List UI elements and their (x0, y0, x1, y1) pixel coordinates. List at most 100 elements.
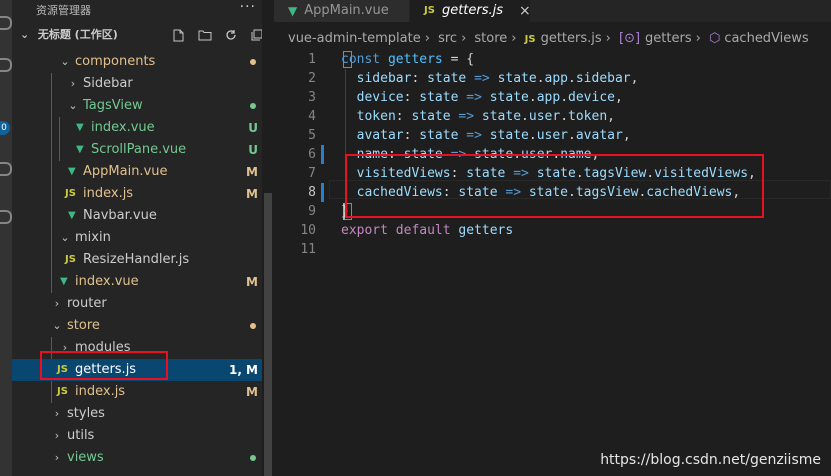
line-number: 3 (308, 90, 316, 105)
tree-item-resizehandler[interactable]: JS ResizeHandler.js (12, 249, 274, 271)
file-tree: ⌄ components › Sidebar ⌄ TagsView ▼ inde… (12, 51, 274, 469)
breadcrumb: vue-admin-template › src › store › JS getter… (274, 28, 809, 50)
tree-item-navbar[interactable]: ▼ Navbar.vue (12, 205, 274, 227)
git-modified-marker (321, 145, 324, 164)
code-token: . (528, 128, 537, 143)
tab-label: getters.js (441, 3, 504, 18)
source-control-badge[interactable]: 0 (0, 121, 10, 135)
code-token: getters (387, 52, 443, 67)
chevron-right-icon: › (70, 77, 76, 90)
code-token: device (568, 90, 615, 105)
highlight-box-getters-file (40, 351, 168, 380)
chevron-right-icon: › (54, 407, 60, 420)
vue-icon: ▼ (68, 166, 76, 177)
code-line: avatar: state => state.user.avatar, (341, 126, 631, 145)
tree-item-tagsview[interactable]: ⌄ TagsView (12, 95, 274, 117)
line-number: 11 (300, 242, 316, 257)
chevron-right-icon: › (605, 31, 611, 46)
refresh-icon[interactable] (224, 22, 238, 48)
extensions-icon[interactable] (0, 210, 12, 224)
code-token: app (536, 90, 561, 105)
tree-item-label: styles (67, 406, 105, 421)
modified-dot (250, 323, 256, 329)
code-token: . (521, 109, 529, 124)
tree-item-utils[interactable]: › utils (12, 425, 274, 447)
code-token: : (403, 128, 420, 143)
breadcrumb-item[interactable]: cachedViews (724, 31, 808, 46)
new-file-icon[interactable] (172, 22, 186, 48)
code-token: => (466, 71, 498, 86)
tree-item-router[interactable]: › router (12, 293, 274, 315)
tree-item-label: Navbar.vue (83, 208, 157, 223)
tree-item-store[interactable]: ⌄ store (12, 315, 274, 337)
tab-getters[interactable]: JS getters.js × (410, 0, 531, 22)
code-token: , (607, 109, 615, 124)
chevron-down-icon: ⌄ (20, 28, 30, 41)
code-token: user (528, 109, 561, 124)
workspace-header[interactable]: ⌄ 无标题 (工作区) (12, 22, 274, 48)
tree-item-components-index[interactable]: JS index.js M (12, 183, 274, 205)
code-token: => (458, 128, 490, 143)
js-icon: JS (65, 188, 76, 199)
line-number: 10 (300, 223, 316, 238)
code-token: state (419, 90, 459, 105)
tree-item-label: ScrollPane.vue (91, 142, 187, 157)
tree-item-scrollpane[interactable]: ▼ ScrollPane.vue U (12, 139, 274, 161)
tree-item-layout-index[interactable]: ▼ index.vue M (12, 271, 274, 293)
close-icon[interactable]: × (519, 0, 531, 22)
tree-item-views[interactable]: › views (12, 447, 274, 469)
code-token: state (497, 71, 537, 86)
tree-item-appmain[interactable]: ▼ AppMain.vue M (12, 161, 274, 183)
tree-item-label: index.js (75, 384, 126, 399)
more-actions-icon[interactable]: ··· (240, 0, 256, 18)
js-icon: JS (524, 34, 536, 45)
code-token: , (622, 128, 631, 143)
breadcrumb-item[interactable]: getters (645, 31, 692, 46)
code-token: avatar (575, 128, 623, 143)
code-token: token (356, 109, 396, 124)
code-token: state (489, 90, 529, 105)
code-token: state (489, 128, 529, 143)
breadcrumb-item[interactable]: getters.js (541, 31, 602, 46)
tree-item-label: index.vue (91, 120, 155, 135)
code-editor[interactable]: 1 2 3 4 5 6 7 8 9 10 11 const getters = { sidebar:… (274, 50, 831, 476)
code-token: const (341, 52, 388, 67)
tree-item-components[interactable]: ⌄ components (12, 51, 274, 73)
variable-icon: [⊙] (619, 31, 641, 46)
code-token: : (395, 109, 412, 124)
tree-item-label: components (75, 54, 156, 69)
tree-item-sidebar[interactable]: › Sidebar (12, 73, 274, 95)
tree-item-label: index.vue (75, 274, 139, 289)
tab-appmain[interactable]: ▼ AppMain.vue (274, 0, 409, 22)
tab-label: AppMain.vue (304, 3, 389, 18)
chevron-right-icon: › (511, 31, 517, 46)
tree-item-mixin[interactable]: ⌄ mixin (12, 227, 274, 249)
new-folder-icon[interactable] (198, 22, 212, 48)
explorer-title: 资源管理器 (36, 4, 91, 17)
breadcrumb-item[interactable]: store (474, 31, 507, 46)
sidebar-scrollbar-thumb[interactable] (264, 193, 272, 476)
code-token: . (536, 71, 545, 86)
breadcrumb-item[interactable]: vue-admin-template (288, 31, 421, 46)
line-number: 5 (308, 128, 316, 143)
line-number: 4 (308, 109, 316, 124)
chevron-down-icon: ⌄ (52, 319, 62, 332)
line-number: 7 (308, 166, 316, 181)
chevron-right-icon: › (424, 31, 430, 46)
code-token: export (341, 223, 388, 238)
tree-item-store-index[interactable]: JS index.js M (12, 381, 274, 403)
explorer-sidebar: 资源管理器 ··· ⌄ 无标题 (工作区) ⌄ components › Sid… (12, 0, 274, 476)
line-number: 6 (308, 147, 316, 162)
code-token: : (411, 71, 428, 86)
tree-item-tagsview-index[interactable]: ▼ index.vue U (12, 117, 274, 139)
git-status-badge: U (248, 121, 258, 135)
vue-icon: ▼ (76, 122, 84, 133)
tree-item-styles[interactable]: › styles (12, 403, 274, 425)
search-icon[interactable] (0, 58, 12, 72)
breadcrumb-item[interactable]: src (438, 31, 457, 46)
debug-icon[interactable] (0, 162, 12, 176)
js-icon: JS (65, 254, 76, 265)
explorer-icon[interactable] (0, 16, 12, 30)
